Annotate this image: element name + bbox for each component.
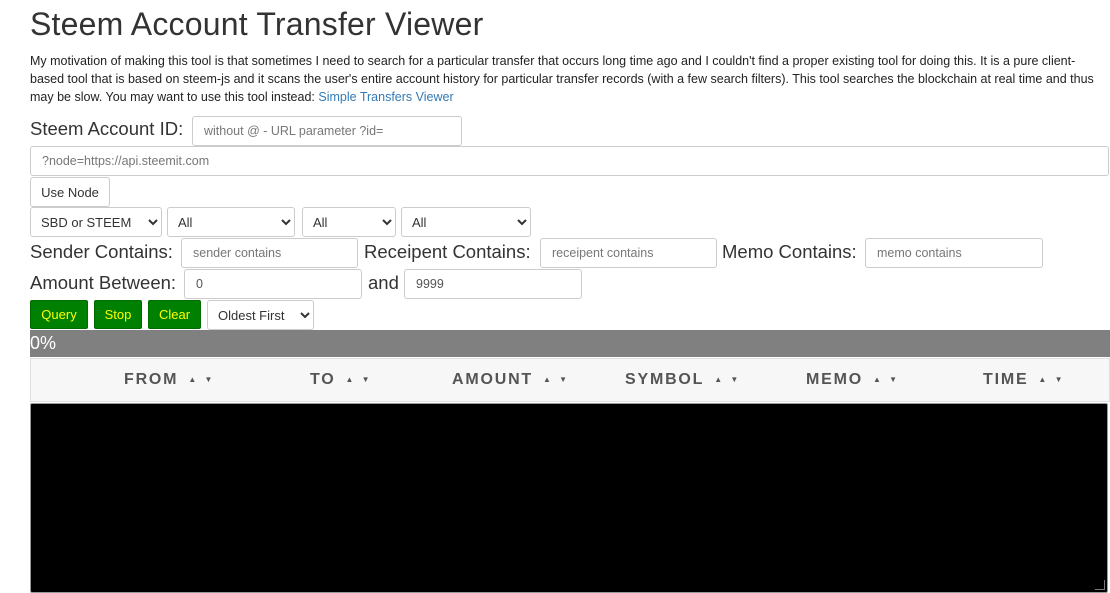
intro-paragraph: My motivation of making this tool is tha… (30, 52, 1105, 106)
amount-and-label: and (368, 272, 399, 293)
progress-text: 0% (30, 333, 57, 353)
sort-arrows-icon: ▲ ▼ (188, 375, 216, 384)
account-id-input[interactable] (192, 116, 462, 146)
filter-select-2[interactable]: All (167, 207, 295, 237)
progress-bar: 0% (30, 330, 1110, 357)
query-button[interactable]: Query (30, 300, 88, 329)
sort-order-select[interactable]: Oldest First (207, 300, 314, 330)
page-title: Steem Account Transfer Viewer (30, 6, 484, 42)
column-header-time[interactable]: TIME ▲ ▼ (983, 371, 1065, 389)
column-header-label: TIME (983, 371, 1029, 388)
sort-arrows-icon: ▲ ▼ (543, 375, 571, 384)
table-header: FROM ▲ ▼ TO ▲ ▼ AMOUNT ▲ ▼ SYMBOL ▲ ▼ MEMO ▲ … (30, 358, 1110, 402)
column-header-label: SYMBOL (625, 371, 705, 388)
filter-select-3[interactable]: All (302, 207, 396, 237)
sort-arrows-icon: ▲ ▼ (1038, 375, 1066, 384)
memo-contains-input[interactable] (865, 238, 1043, 268)
recipient-contains-input[interactable] (540, 238, 717, 268)
filter-select-4[interactable]: All (401, 207, 531, 237)
intro-text: My motivation of making this tool is tha… (30, 54, 1094, 104)
sender-contains-input[interactable] (181, 238, 358, 268)
amount-max-input[interactable] (404, 269, 582, 299)
column-header-label: FROM (124, 371, 179, 388)
results-textarea[interactable] (30, 403, 1108, 593)
use-node-button[interactable]: Use Node (30, 177, 110, 207)
column-header-amount[interactable]: AMOUNT ▲ ▼ (452, 371, 570, 389)
column-header-memo[interactable]: MEMO ▲ ▼ (806, 371, 900, 389)
amount-between-label: Amount Between: (30, 272, 177, 293)
sort-arrows-icon: ▲ ▼ (872, 375, 901, 384)
column-header-symbol[interactable]: SYMBOL ▲ ▼ (625, 371, 741, 389)
currency-select[interactable]: SBD or STEEM (30, 207, 162, 237)
column-header-label: TO (310, 371, 336, 388)
simple-transfers-viewer-link[interactable]: Simple Transfers Viewer (318, 90, 453, 104)
column-header-label: AMOUNT (452, 371, 534, 388)
account-id-label: Steem Account ID: (30, 118, 184, 139)
sort-arrows-icon: ▲ ▼ (345, 375, 373, 384)
node-url-input[interactable] (30, 146, 1109, 176)
memo-contains-label: Memo Contains: (722, 241, 857, 262)
sort-arrows-icon: ▲ ▼ (714, 375, 742, 384)
clear-button[interactable]: Clear (148, 300, 201, 329)
amount-min-input[interactable] (184, 269, 362, 299)
column-header-to[interactable]: TO ▲ ▼ (310, 371, 373, 389)
recipient-contains-label: Receipent Contains: (364, 241, 531, 262)
column-header-label: MEMO (806, 371, 863, 388)
stop-button[interactable]: Stop (94, 300, 142, 329)
column-header-from[interactable]: FROM ▲ ▼ (124, 371, 215, 389)
sender-contains-label: Sender Contains: (30, 241, 173, 262)
